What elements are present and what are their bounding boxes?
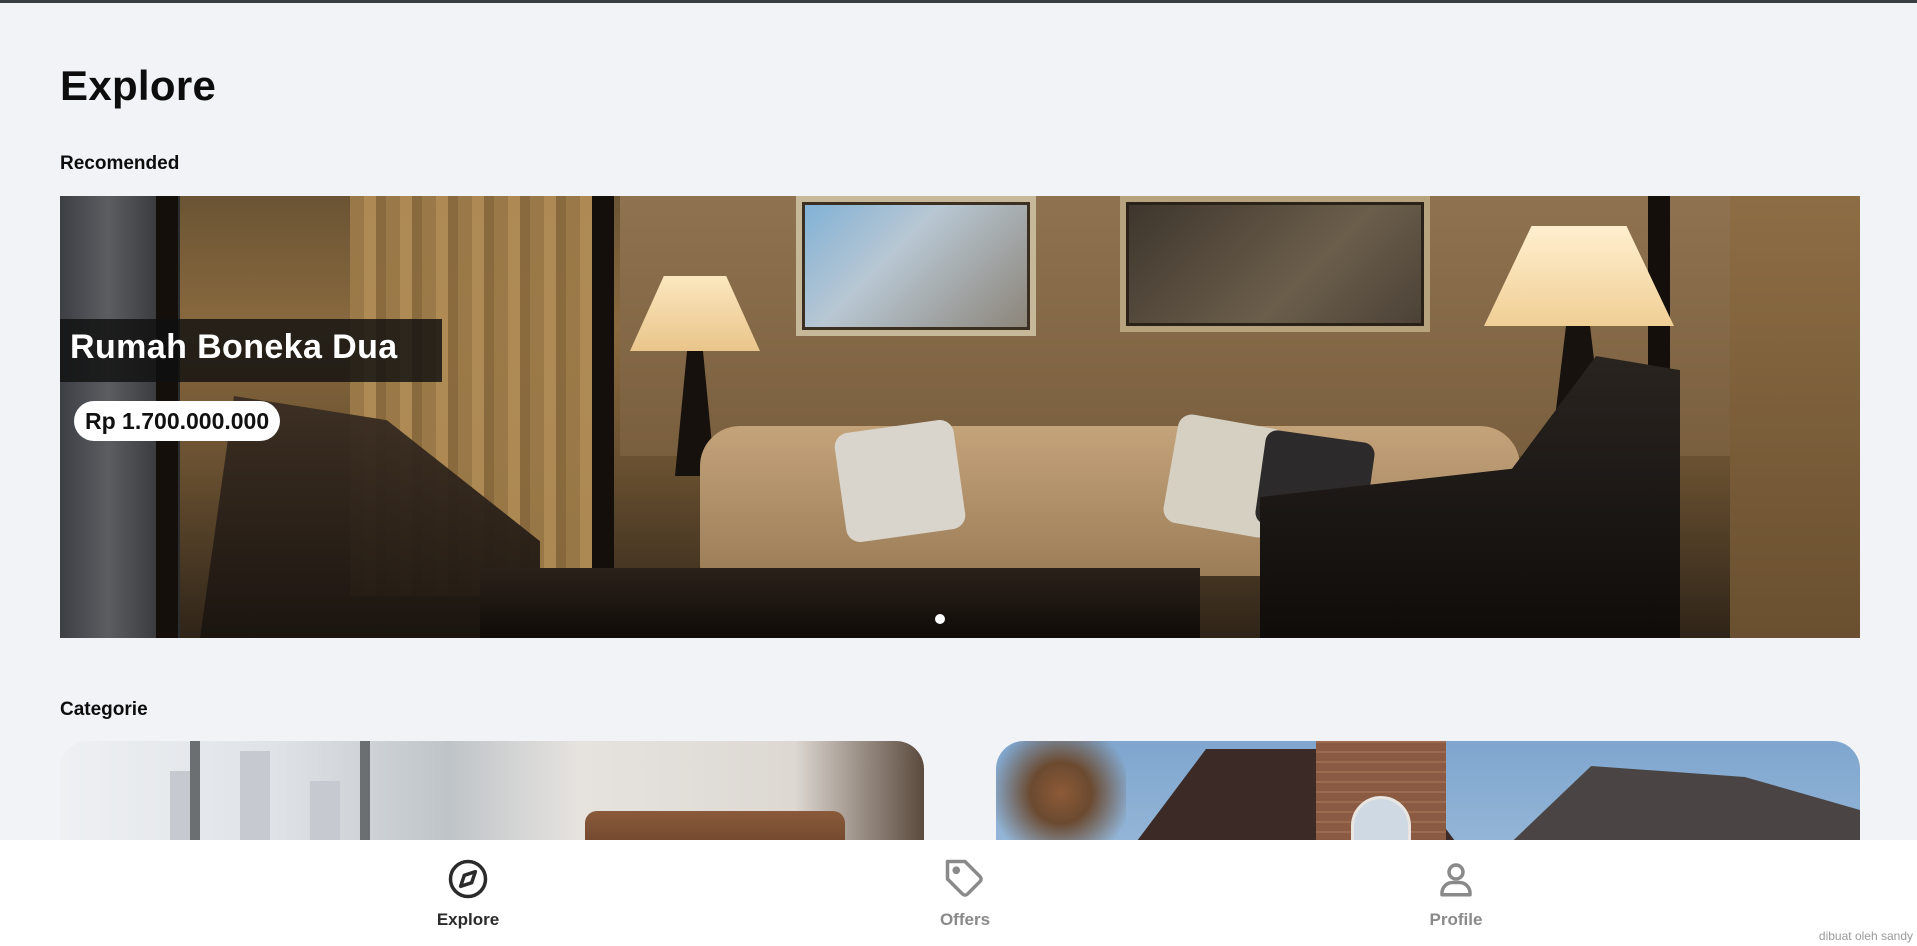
hero-listing-title[interactable]: Rumah Boneka Dua [70, 328, 398, 367]
hero-photo-pillow [832, 418, 968, 544]
nav-item-offers[interactable]: Offers [905, 840, 1025, 946]
compass-icon [448, 859, 488, 899]
carousel-dot-active[interactable] [935, 614, 945, 624]
nav-label-offers: Offers [939, 910, 991, 929]
tag-icon [945, 859, 983, 897]
hero-carousel-slide[interactable] [60, 196, 1860, 638]
nav-label-profile: Profile [1429, 910, 1483, 929]
bottom-navigation: Explore Offers Profile [0, 840, 1917, 946]
user-icon [1440, 863, 1472, 897]
nav-item-explore[interactable]: Explore [408, 840, 528, 946]
section-title-recommended: Recomended [60, 153, 180, 174]
author-credit: dibuat oleh sandy [1818, 929, 1913, 943]
hero-photo-frame [1120, 196, 1430, 332]
top-border [0, 0, 1917, 3]
hero-price-badge: Rp 1.700.000.000 [74, 401, 281, 441]
page-title: Explore [60, 62, 217, 109]
nav-label-explore: Explore [436, 910, 500, 929]
section-title-categories: Categorie [60, 699, 148, 720]
nav-item-profile[interactable]: Profile [1396, 840, 1516, 946]
hero-photo-table [480, 568, 1200, 638]
hero-photo-wall-right [1730, 196, 1860, 638]
hero-photo-frame [796, 196, 1036, 336]
